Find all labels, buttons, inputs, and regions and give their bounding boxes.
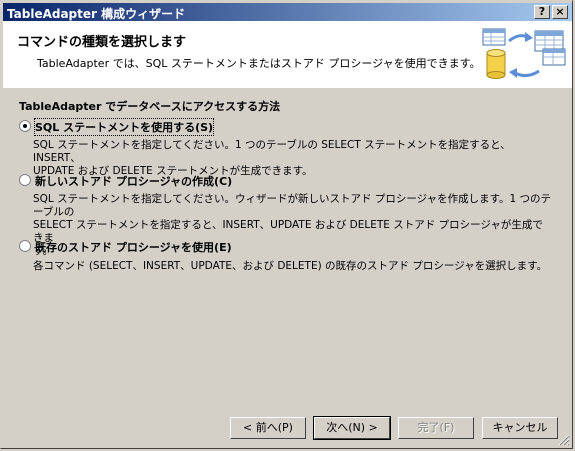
option-existing-stored-procedure-description: 各コマンド (SELECT、INSERT、UPDATE、および DELETE) …	[33, 260, 553, 273]
access-method-label: TableAdapter でデータベースにアクセスする方法	[19, 100, 281, 113]
description-line: SQL ステートメントを指定してください。ウィザードが新しいストアド プロシージ…	[33, 193, 552, 218]
header-divider	[3, 87, 572, 88]
option-existing-stored-procedure-label[interactable]: 既存のストアド プロシージャを使用(E)	[35, 239, 232, 255]
description-line: SQL ステートメントを指定してください。1 つのテーブルの SELECT ステ…	[33, 139, 511, 164]
radio-sql-statement[interactable]	[19, 120, 31, 132]
description-line: 各コマンド (SELECT、INSERT、UPDATE、および DELETE) …	[33, 260, 548, 272]
title-bar[interactable]: TableAdapter 構成ウィザード ? ×	[3, 3, 572, 21]
option-new-stored-procedure-label[interactable]: 新しいストアド プロシージャの作成(C)	[35, 173, 232, 189]
radio-new-stored-procedure[interactable]	[19, 174, 31, 186]
cancel-button[interactable]: キャンセル	[482, 417, 558, 439]
window-title: TableAdapter 構成ウィザード	[7, 7, 186, 21]
help-button[interactable]: ?	[534, 5, 550, 19]
wizard-header: コマンドの種類を選択します TableAdapter では、SQL ステートメン…	[3, 21, 572, 88]
finish-button[interactable]: 完了(F)	[398, 417, 474, 439]
back-button[interactable]: < 前へ(P)	[230, 417, 306, 439]
next-button[interactable]: 次へ(N) >	[313, 416, 391, 440]
option-sql-statement-label[interactable]: SQL ステートメントを使用する(S)	[33, 118, 215, 136]
wizard-dialog: TableAdapter 構成ウィザード ? × コマンドの種類を選択します T…	[0, 0, 573, 449]
database-table-sync-icon	[482, 28, 566, 79]
page-title: コマンドの種類を選択します	[17, 35, 187, 50]
page-subtitle: TableAdapter では、SQL ステートメントまたはストアド プロシージ…	[37, 57, 481, 70]
close-button[interactable]: ×	[552, 5, 568, 19]
resize-grip-icon[interactable]	[558, 434, 570, 446]
radio-existing-stored-procedure[interactable]	[19, 240, 31, 252]
